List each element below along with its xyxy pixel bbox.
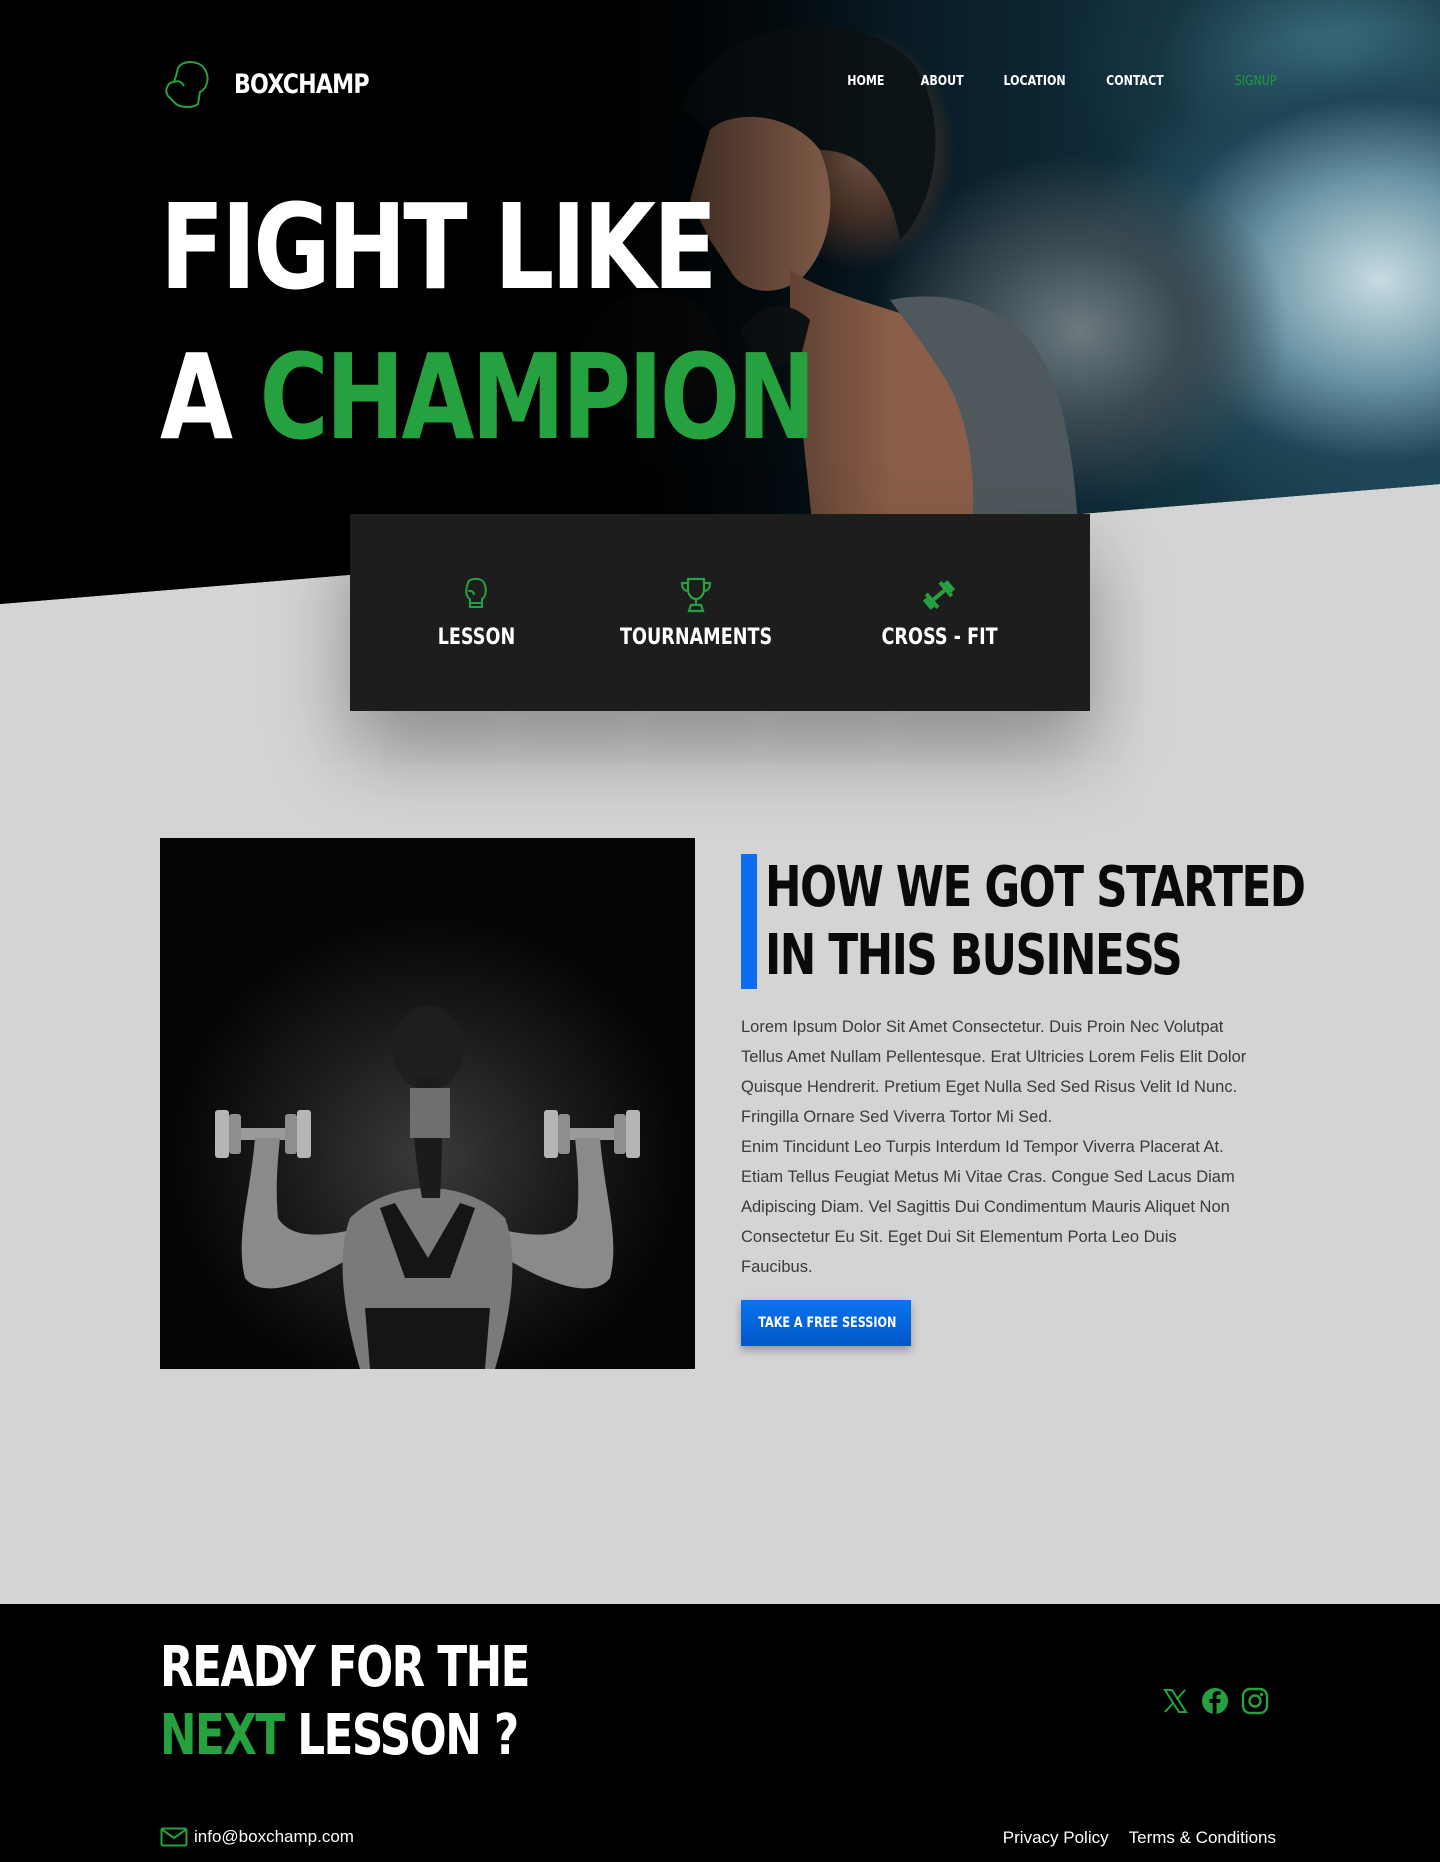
top-nav: BOXCHAMP HOME ABOUT LOCATION CONTACT SIG… bbox=[0, 0, 1440, 170]
footer: READY FOR THE NEXT LESSON ? info@boxcham… bbox=[0, 1604, 1440, 1862]
service-label-crossfit: CROSS - FIT bbox=[881, 625, 998, 650]
hero-title-line1: FIGHT LIKE bbox=[160, 178, 717, 316]
about-paragraph-2: Enim Tincidunt Leo Turpis Interdum Id Te… bbox=[741, 1138, 1235, 1276]
woman-dumbbells-illustration bbox=[215, 1006, 640, 1369]
free-session-label: TAKE A FREE SESSION bbox=[758, 1315, 897, 1331]
service-crossfit[interactable]: CROSS - FIT bbox=[867, 575, 1012, 650]
about-paragraph: Lorem Ipsum Dolor Sit Amet Consectetur. … bbox=[741, 1012, 1251, 1282]
about-section: HOW WE GOT STARTED IN THIS BUSINESS Lore… bbox=[741, 854, 1306, 1346]
service-label-lesson: LESSON bbox=[437, 625, 516, 650]
terms-conditions-link[interactable]: Terms & Conditions bbox=[1129, 1828, 1276, 1848]
signup-link[interactable]: SIGNUP bbox=[1234, 74, 1276, 89]
service-label-tournaments: TOURNAMENTS bbox=[619, 625, 772, 650]
services-bar: LESSON TOURNAMENTS CROSS - FIT bbox=[350, 514, 1090, 711]
social-links bbox=[1160, 1686, 1270, 1716]
x-icon[interactable] bbox=[1160, 1686, 1190, 1716]
nav-link-about[interactable]: ABOUT bbox=[921, 74, 964, 89]
legal-links: Privacy Policy Terms & Conditions bbox=[1003, 1828, 1276, 1848]
nav-links: HOME ABOUT LOCATION CONTACT SIGNUP bbox=[814, 74, 1280, 89]
about-heading-line1: HOW WE GOT STARTED bbox=[765, 855, 1306, 920]
trophy-icon bbox=[680, 577, 711, 613]
footer-title: READY FOR THE NEXT LESSON ? bbox=[160, 1634, 633, 1770]
about-image bbox=[160, 838, 695, 1369]
instagram-icon[interactable] bbox=[1240, 1686, 1270, 1716]
contact-email-text: info@boxchamp.com bbox=[194, 1827, 354, 1846]
contact-email[interactable]: info@boxchamp.com bbox=[160, 1826, 354, 1848]
facebook-icon[interactable] bbox=[1200, 1686, 1230, 1716]
nav-link-contact[interactable]: CONTACT bbox=[1106, 74, 1164, 89]
service-lesson[interactable]: LESSON bbox=[428, 575, 525, 650]
about-paragraph-1: Lorem Ipsum Dolor Sit Amet Consectetur. … bbox=[741, 1018, 1247, 1126]
footer-title-line2: NEXT LESSON ? bbox=[160, 1702, 529, 1770]
footer-title-line1: READY FOR THE bbox=[160, 1635, 530, 1700]
footer-title-rest: LESSON ? bbox=[297, 1703, 519, 1768]
about-heading-line2: IN THIS BUSINESS bbox=[765, 923, 1183, 988]
mail-icon bbox=[160, 1827, 188, 1847]
hero-title-accent: CHAMPION bbox=[259, 328, 816, 466]
hero-title: FIGHT LIKE A CHAMPION bbox=[160, 172, 976, 472]
nav-link-home[interactable]: HOME bbox=[847, 74, 884, 89]
boxing-glove-icon bbox=[465, 577, 488, 608]
footer-title-accent: NEXT bbox=[160, 1703, 285, 1768]
privacy-policy-link[interactable]: Privacy Policy bbox=[1003, 1828, 1109, 1848]
service-tournaments[interactable]: TOURNAMENTS bbox=[601, 575, 791, 650]
nav-link-location[interactable]: LOCATION bbox=[1003, 74, 1065, 89]
heading-accent-bar bbox=[741, 854, 757, 989]
hero-title-line2: A CHAMPION bbox=[160, 322, 816, 472]
boxing-glove-logo-icon bbox=[165, 61, 209, 108]
free-session-button[interactable]: TAKE A FREE SESSION bbox=[741, 1300, 911, 1346]
brand-logo[interactable]: BOXCHAMP bbox=[164, 58, 398, 110]
about-heading: HOW WE GOT STARTED IN THIS BUSINESS bbox=[741, 854, 1306, 990]
brand-name: BOXCHAMP bbox=[234, 68, 370, 100]
dumbbell-icon bbox=[923, 580, 956, 610]
hero-title-prefix: A bbox=[160, 328, 233, 466]
